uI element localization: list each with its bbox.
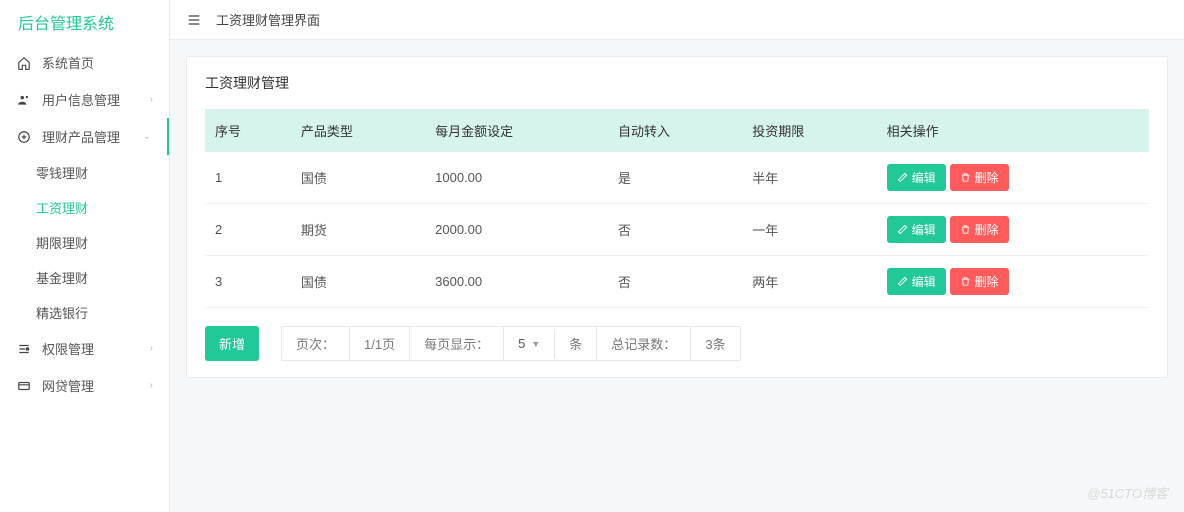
pager-perpage-label: 每页显示： [410, 327, 504, 360]
cell-amount: 1000.00 [425, 152, 608, 204]
cell-auto: 否 [608, 204, 742, 256]
edit-button[interactable]: 编辑 [887, 268, 946, 295]
cell-type: 期货 [291, 204, 425, 256]
cell-amount: 2000.00 [425, 204, 608, 256]
pencil-icon [897, 276, 908, 287]
nav-sub-jijin[interactable]: 基金理财 [36, 260, 169, 295]
cell-ops: 编辑删除 [877, 152, 1149, 204]
cell-amount: 3600.00 [425, 256, 608, 308]
brand-title: 后台管理系统 [0, 0, 169, 44]
watermark: @51CTO博客 [1087, 483, 1168, 502]
caret-down-icon: ▼ [531, 339, 540, 349]
users-icon [16, 92, 32, 108]
nav-home-label: 系统首页 [42, 53, 153, 72]
card-title: 工资理财管理 [205, 73, 1149, 93]
chevron-right-icon: › [150, 380, 153, 391]
add-button[interactable]: 新增 [205, 326, 259, 361]
page-title: 工资理财管理界面 [216, 10, 320, 29]
trash-icon [960, 172, 971, 183]
nav-user-label: 用户信息管理 [42, 90, 150, 109]
nav-product-label: 理财产品管理 [42, 127, 143, 146]
nav-loan[interactable]: 网贷管理 › [0, 367, 169, 404]
home-icon [16, 55, 32, 71]
trash-icon [960, 224, 971, 235]
nav-user[interactable]: 用户信息管理 › [0, 81, 169, 118]
pager-page-value: 1/1页 [350, 327, 410, 360]
table-row: 3国债3600.00否两年编辑删除 [205, 256, 1149, 308]
cell-seq: 2 [205, 204, 291, 256]
chevron-right-icon: › [150, 94, 153, 105]
delete-button[interactable]: 删除 [950, 164, 1009, 191]
pager-perpage-select[interactable]: 5▼ [504, 329, 555, 358]
th-seq: 序号 [205, 109, 291, 152]
sliders-icon [16, 341, 32, 357]
main: 工资理财管理界面 工资理财管理 序号 产品类型 每月金额设定 自动转入 投资期限… [170, 0, 1184, 512]
pager-total-value: 3条 [691, 327, 739, 360]
nav-sub-lingqian[interactable]: 零钱理财 [36, 155, 169, 190]
table-header-row: 序号 产品类型 每月金额设定 自动转入 投资期限 相关操作 [205, 109, 1149, 152]
nav-sub-qixian[interactable]: 期限理财 [36, 225, 169, 260]
cell-auto: 是 [608, 152, 742, 204]
th-type: 产品类型 [291, 109, 425, 152]
cell-seq: 1 [205, 152, 291, 204]
table-row: 2期货2000.00否一年编辑删除 [205, 204, 1149, 256]
cell-seq: 3 [205, 256, 291, 308]
nav-sub-jingxuan[interactable]: 精选银行 [36, 295, 169, 330]
th-amount: 每月金额设定 [425, 109, 608, 152]
cell-type: 国债 [291, 256, 425, 308]
card-icon [16, 378, 32, 394]
pencil-icon [897, 224, 908, 235]
table-row: 1国债1000.00是半年编辑删除 [205, 152, 1149, 204]
pencil-icon [897, 172, 908, 183]
th-auto: 自动转入 [608, 109, 742, 152]
cell-type: 国债 [291, 152, 425, 204]
cell-ops: 编辑删除 [877, 256, 1149, 308]
cell-period: 两年 [742, 256, 876, 308]
menu-toggle-icon[interactable] [186, 12, 202, 28]
nav-sub-gongzi[interactable]: 工资理财 [36, 190, 169, 225]
sidebar: 后台管理系统 系统首页 用户信息管理 › 理财产品管理 ⌄ 零钱理财 工资理财 … [0, 0, 170, 512]
nav-perm[interactable]: 权限管理 › [0, 330, 169, 367]
nav-product-sub: 零钱理财 工资理财 期限理财 基金理财 精选银行 [0, 155, 169, 330]
cell-auto: 否 [608, 256, 742, 308]
nav-perm-label: 权限管理 [42, 339, 150, 358]
cell-period: 一年 [742, 204, 876, 256]
toolbar: 新增 页次： 1/1页 每页显示： 5▼ 条 总记录数： 3条 [205, 326, 1149, 361]
delete-button[interactable]: 删除 [950, 268, 1009, 295]
delete-button[interactable]: 删除 [950, 216, 1009, 243]
data-table: 序号 产品类型 每月金额设定 自动转入 投资期限 相关操作 1国债1000.00… [205, 109, 1149, 308]
topbar: 工资理财管理界面 [170, 0, 1184, 40]
cell-ops: 编辑删除 [877, 204, 1149, 256]
cell-period: 半年 [742, 152, 876, 204]
nav-product[interactable]: 理财产品管理 ⌄ [0, 118, 169, 155]
pager-perpage-unit: 条 [555, 327, 597, 360]
nav-home[interactable]: 系统首页 [0, 44, 169, 81]
th-period: 投资期限 [742, 109, 876, 152]
th-ops: 相关操作 [877, 109, 1149, 152]
chevron-down-icon: ⌄ [143, 131, 151, 142]
nav-loan-label: 网贷管理 [42, 376, 150, 395]
card: 工资理财管理 序号 产品类型 每月金额设定 自动转入 投资期限 相关操作 1国债… [186, 56, 1168, 378]
edit-button[interactable]: 编辑 [887, 216, 946, 243]
pager-total-label: 总记录数： [597, 327, 691, 360]
pager-page-label: 页次： [282, 327, 350, 360]
chevron-right-icon: › [150, 343, 153, 354]
trash-icon [960, 276, 971, 287]
wallet-icon [16, 129, 32, 145]
edit-button[interactable]: 编辑 [887, 164, 946, 191]
nav: 系统首页 用户信息管理 › 理财产品管理 ⌄ 零钱理财 工资理财 期限理财 基金… [0, 44, 169, 512]
pager: 页次： 1/1页 每页显示： 5▼ 条 总记录数： 3条 [281, 326, 741, 361]
